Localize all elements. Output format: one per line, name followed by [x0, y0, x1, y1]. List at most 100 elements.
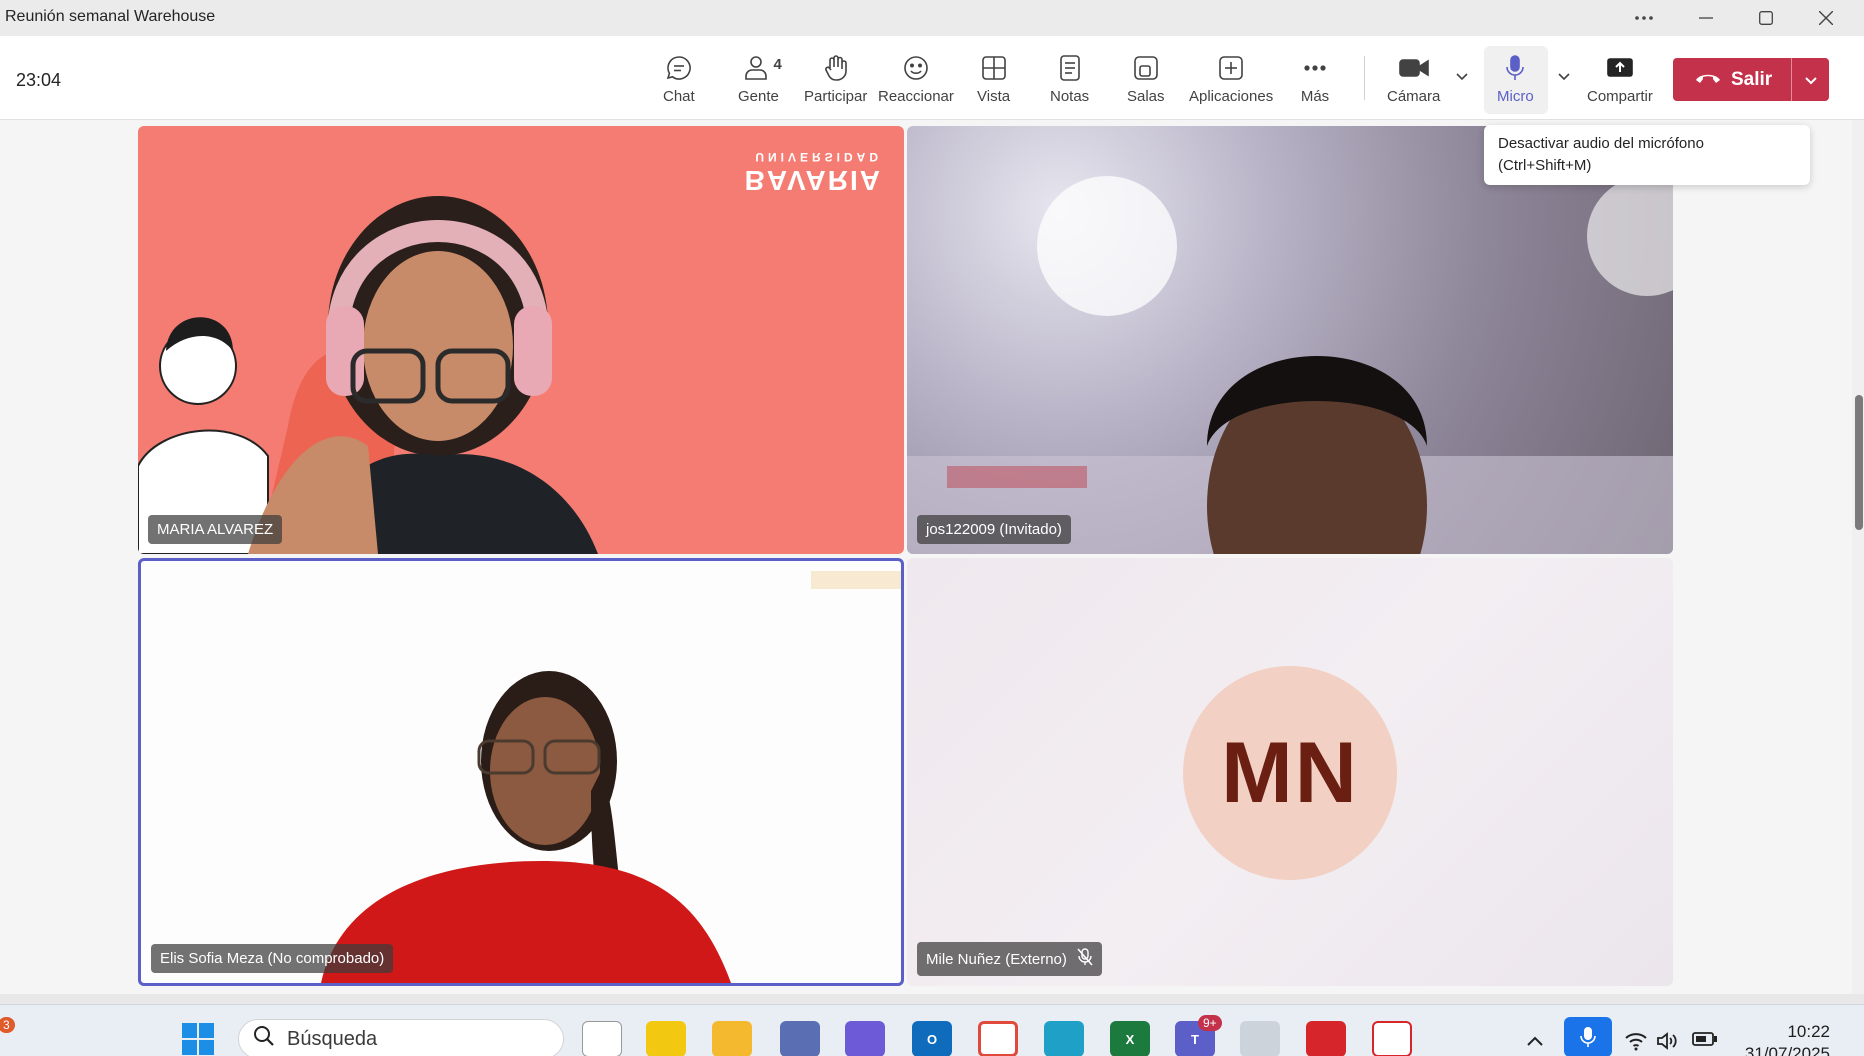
breakout-rooms-icon — [1131, 50, 1161, 86]
logo-text-bavaria: BAVARIA — [744, 165, 882, 196]
window-title: Reunión semanal Warehouse — [5, 8, 216, 25]
horizontal-scrollbar[interactable] — [0, 994, 1864, 1004]
share-screen-icon — [1605, 50, 1635, 86]
toolbar-separator — [1364, 56, 1365, 100]
chrome-icon[interactable] — [978, 1021, 1018, 1056]
participant-name-chip: MARIA ALVAREZ — [148, 515, 283, 544]
windows-taskbar: 3 Búsqueda O X T 9+ 10:22 31/07/2025 — [0, 1004, 1864, 1056]
camera-icon — [1398, 50, 1430, 86]
acrobat-icon[interactable] — [1306, 1021, 1346, 1056]
camera-button[interactable]: Cámara — [1387, 50, 1440, 112]
rooms-button[interactable]: Salas — [1127, 50, 1165, 112]
smile-icon — [901, 50, 931, 86]
clock-date: 31/07/2025 — [1744, 1044, 1830, 1056]
participant-name-chip: Mile Nuñez (Externo) — [917, 942, 1102, 976]
leave-main[interactable]: Salir — [1673, 58, 1791, 101]
title-bar: Reunión semanal Warehouse — [0, 0, 1864, 36]
vertical-scrollbar[interactable] — [1852, 120, 1864, 996]
windows-start-icon[interactable] — [178, 1021, 218, 1056]
participant-name: MARIA ALVAREZ — [157, 521, 274, 538]
participant-name: Elis Sofia Meza (No comprobado) — [160, 950, 385, 967]
clock-time: 10:22 — [1787, 1022, 1830, 1041]
notes-label: Notas — [1050, 88, 1090, 105]
close-button[interactable] — [1796, 0, 1856, 36]
avatar: MN — [1183, 666, 1397, 880]
mic-options-chevron-icon[interactable] — [1554, 66, 1574, 86]
notes-button[interactable]: Notas — [1050, 50, 1089, 112]
participant-video-jos — [907, 176, 1673, 554]
taskbar-app-icon[interactable] — [1240, 1021, 1280, 1056]
add-app-icon — [1216, 50, 1246, 86]
logo-text-universidad: UNIVERSIDAD — [755, 150, 882, 164]
system-clock[interactable]: 10:22 31/07/2025 — [1730, 1021, 1830, 1056]
search-icon — [253, 1025, 275, 1053]
power-bi-icon[interactable] — [646, 1021, 686, 1056]
university-logo: BAVARIA UNIVERSIDAD — [745, 150, 882, 196]
view-label: Vista — [977, 88, 1011, 105]
grid-view-icon — [979, 50, 1009, 86]
mic-button[interactable]: Micro — [1497, 50, 1534, 112]
react-button[interactable]: Reaccionar — [878, 50, 954, 112]
minimize-button[interactable] — [1676, 0, 1736, 36]
volume-icon[interactable] — [1656, 1031, 1680, 1056]
view-button[interactable]: Vista — [977, 50, 1010, 112]
show-hidden-icons-chevron-icon[interactable] — [1526, 1031, 1544, 1052]
video-tile-mile[interactable]: MN Mile Nuñez (Externo) — [907, 558, 1673, 986]
microphone-icon — [1500, 50, 1530, 86]
camera-label: Cámara — [1387, 88, 1441, 105]
app-grid-icon[interactable] — [780, 1021, 820, 1056]
participant-name-chip: Elis Sofia Meza (No comprobado) — [151, 944, 394, 973]
battery-icon[interactable] — [1692, 1031, 1718, 1052]
leave-options-chevron-icon[interactable] — [1792, 70, 1829, 90]
more-button[interactable]: Más — [1300, 50, 1330, 112]
raise-hand-label: Participar — [804, 88, 868, 105]
tooltip-line2: (Ctrl+Shift+M) — [1498, 157, 1592, 174]
hand-icon — [821, 50, 851, 86]
m365-copilot-icon[interactable] — [845, 1021, 885, 1056]
more-options-icon[interactable] — [1614, 0, 1674, 36]
participant-name: jos122009 (Invitado) — [926, 521, 1062, 538]
avatar-initials: MN — [1221, 724, 1359, 821]
video-tile-elis[interactable]: Elis Sofia Meza (No comprobado) — [138, 558, 904, 986]
meeting-timer: 23:04 — [16, 70, 62, 90]
task-view-icon[interactable] — [582, 1021, 622, 1056]
video-tile-maria[interactable]: BAVARIA UNIVERSIDAD MARIA ALVAREZ — [138, 126, 904, 554]
chat-button[interactable]: Chat — [663, 50, 695, 112]
leave-button[interactable]: Salir — [1673, 58, 1829, 101]
more-icon — [1300, 50, 1330, 86]
rooms-label: Salas — [1127, 88, 1165, 105]
mic-tooltip: Desactivar audio del micrófono (Ctrl+Shi… — [1484, 125, 1810, 185]
react-label: Reaccionar — [878, 88, 954, 105]
snipping-tool-icon[interactable] — [1372, 1021, 1412, 1056]
maximize-button[interactable] — [1736, 0, 1796, 36]
search-placeholder: Búsqueda — [287, 1027, 378, 1050]
apps-button[interactable]: Aplicaciones — [1189, 50, 1273, 112]
camera-options-chevron-icon[interactable] — [1452, 66, 1472, 86]
participant-name: Mile Nuñez (Externo) — [926, 950, 1067, 968]
wifi-icon[interactable] — [1624, 1031, 1648, 1056]
taskbar-search[interactable]: Búsqueda — [238, 1019, 564, 1056]
teams-badge: 9+ — [1198, 1015, 1222, 1031]
people-count: 4 — [773, 56, 782, 73]
notes-icon — [1055, 50, 1085, 86]
more-label: Más — [1300, 88, 1330, 105]
mic-in-use-icon[interactable] — [1564, 1017, 1612, 1056]
chat-label: Chat — [663, 88, 695, 105]
video-tile-jos[interactable]: jos122009 (Invitado) — [907, 126, 1673, 554]
file-explorer-icon[interactable] — [712, 1021, 752, 1056]
participant-name-chip: jos122009 (Invitado) — [917, 515, 1071, 544]
raise-hand-button[interactable]: Participar — [804, 50, 867, 112]
share-label: Compartir — [1587, 88, 1653, 105]
scrollbar-thumb[interactable] — [1855, 395, 1863, 530]
leave-label: Salir — [1731, 68, 1773, 90]
people-button[interactable]: 4 Gente — [738, 50, 782, 112]
participant-video-elis — [321, 571, 901, 983]
share-button[interactable]: Compartir — [1587, 50, 1653, 112]
apps-label: Aplicaciones — [1189, 88, 1274, 105]
mic-muted-icon — [1077, 948, 1093, 970]
edge-icon[interactable] — [1044, 1021, 1084, 1056]
excel-icon[interactable]: X — [1110, 1021, 1150, 1056]
hang-up-icon — [1695, 69, 1721, 91]
tooltip-line1: Desactivar audio del micrófono — [1498, 135, 1704, 152]
outlook-icon[interactable]: O — [912, 1021, 952, 1056]
